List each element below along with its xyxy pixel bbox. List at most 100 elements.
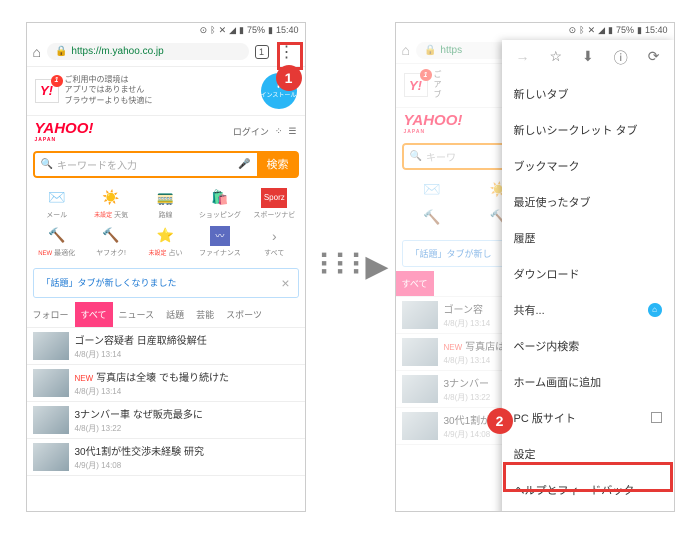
lock-icon: 🔒 xyxy=(55,46,67,57)
menu-icon[interactable]: ☰ xyxy=(288,126,296,137)
menu-new-tab[interactable]: 新しいタブ xyxy=(502,76,674,112)
svc-weather[interactable]: ☀️未設定 天気 xyxy=(85,186,137,222)
home-icon[interactable]: ⌂ xyxy=(33,44,41,60)
news-thumbnail xyxy=(33,332,69,360)
optimize-icon: 🔨 xyxy=(47,226,67,246)
news-thumbnail xyxy=(33,369,69,397)
status-bar: ⊙ ᛒ ✕ ◢ ▮ 75% ▮ 15:40 xyxy=(27,23,305,38)
weather-icon: ☀️ xyxy=(101,188,121,208)
promo-line: ア xyxy=(434,80,442,90)
clock-text: 15:40 xyxy=(645,25,668,35)
yahoo-app-icon: Y! 1 xyxy=(404,73,428,97)
promo-line: ご xyxy=(434,70,442,80)
battery-text: 75% xyxy=(247,25,265,35)
callout-number-1: 1 xyxy=(276,65,302,91)
yahoo-logo[interactable]: YAHOO! JAPAN xyxy=(35,120,94,143)
battery-text: 75% xyxy=(616,25,634,35)
news-list: ゴーン容疑者 日産取締役解任4/8(月) 13:14 NEW写真店は全壊 でも撮… xyxy=(27,328,305,476)
info-strip[interactable]: 「話題」タブが新し xyxy=(402,240,507,267)
url-field[interactable]: 🔒 https://m.yahoo.co.jp xyxy=(47,43,249,60)
address-bar: ⌂ 🔒 https://m.yahoo.co.jp 1 ⋮ xyxy=(27,38,305,67)
svc-shopping[interactable]: 🛍️ショッピング xyxy=(194,186,246,222)
bookmark-star-icon[interactable]: ☆ xyxy=(549,48,562,68)
tab-entertainment[interactable]: 芸能 xyxy=(190,302,220,327)
svc-finance[interactable]: 〰ファイナンス xyxy=(194,224,246,260)
mail-icon: ✉️ xyxy=(47,188,67,208)
svc-optimize[interactable]: 🔨NEW 最適化 xyxy=(31,224,83,260)
wifi-icon: ◢ xyxy=(598,25,605,36)
search-button[interactable]: 検索 xyxy=(257,151,299,178)
news-thumbnail xyxy=(402,301,438,329)
news-thumbnail xyxy=(402,338,438,366)
tab-all[interactable]: すべて xyxy=(75,302,113,327)
signal-icon: ▮ xyxy=(239,25,244,36)
notification-badge: 1 xyxy=(420,69,432,81)
svc-mail[interactable]: ✉️メール xyxy=(31,186,83,222)
news-item[interactable]: 3ナンバー車 なぜ販売最多に4/8(月) 13:22 xyxy=(27,402,305,439)
sports-icon: Sporz xyxy=(261,188,287,208)
mic-icon[interactable]: 🎤 xyxy=(238,159,250,170)
menu-data-saver[interactable]: ◔ 6.4MB 削減しました (3月9日以降) xyxy=(502,508,674,512)
menu-bookmarks[interactable]: ブックマーク xyxy=(502,148,674,184)
url-text: https://m.yahoo.co.jp xyxy=(71,46,163,57)
install-label: インストール xyxy=(261,90,297,99)
search-placeholder: キーワードを入力 xyxy=(57,157,137,172)
forward-icon[interactable]: → xyxy=(515,48,529,68)
menu-share[interactable]: 共有...⌂ xyxy=(502,292,674,328)
tab-all[interactable]: すべて xyxy=(396,271,434,296)
cast-icon[interactable]: ⌂ xyxy=(648,303,662,317)
status-bar: ⊙ ᛒ ✕ ◢ ▮ 75% ▮ 15:40 xyxy=(396,23,674,38)
info-icon[interactable]: ⓘ xyxy=(614,48,628,68)
close-icon[interactable]: × xyxy=(281,275,289,291)
svc-auction[interactable]: 🔨ヤフオク! xyxy=(85,224,137,260)
svc-sports[interactable]: Sporzスポーツナビ xyxy=(248,186,300,222)
promo-line-1: ご利用中の環境は xyxy=(65,75,153,85)
shopping-icon: 🛍️ xyxy=(210,188,230,208)
search-row: 🔍 キーワードを入力 🎤 検索 xyxy=(27,147,305,182)
signal-icon: ▮ xyxy=(608,25,613,36)
svc-transit[interactable]: 🚃路線 xyxy=(139,186,191,222)
login-link[interactable]: ログイン xyxy=(233,125,269,138)
tab-topic[interactable]: 話題 xyxy=(160,302,190,327)
transition-arrow: ⠇⠇⠇▶ xyxy=(314,249,387,284)
news-item[interactable]: NEW写真店は全壊 でも撮り続けた4/8(月) 13:14 xyxy=(27,365,305,402)
search-icon: 🔍 xyxy=(410,151,422,162)
sparkle-icon[interactable]: ⁘ xyxy=(275,126,283,137)
promo-line-3: ブラウザーよりも快適に xyxy=(65,96,153,106)
search-icon: 🔍 xyxy=(41,159,53,170)
svc-mail[interactable]: ✉️ xyxy=(400,178,465,204)
location-icon: ⊙ xyxy=(200,25,208,36)
menu-history[interactable]: 履歴 xyxy=(502,220,674,256)
svc-fortune[interactable]: ⭐未設定 占い xyxy=(139,224,191,260)
star-icon: ⭐ xyxy=(155,226,175,246)
download-icon[interactable]: ⬇ xyxy=(582,48,594,68)
tab-sports[interactable]: スポーツ xyxy=(220,302,268,327)
callout-number-2: 2 xyxy=(487,408,513,434)
bluetooth-icon: ᛒ xyxy=(210,25,215,35)
svc-all[interactable]: ›すべて xyxy=(248,224,300,260)
news-thumbnail xyxy=(33,406,69,434)
menu-downloads[interactable]: ダウンロード xyxy=(502,256,674,292)
news-thumbnail xyxy=(33,443,69,471)
checkbox-icon[interactable] xyxy=(651,412,662,423)
tab-follow[interactable]: フォロー xyxy=(27,302,75,327)
yahoo-logo[interactable]: YAHOO!JAPAN xyxy=(404,112,463,135)
menu-incognito[interactable]: 新しいシークレット タブ xyxy=(502,112,674,148)
news-item[interactable]: 30代1割が性交渉未経験 研究4/9(月) 14:08 xyxy=(27,439,305,476)
vibrate-icon: ✕ xyxy=(219,25,227,36)
search-input[interactable]: 🔍 キーワードを入力 🎤 xyxy=(33,151,257,178)
lock-icon: 🔒 xyxy=(424,45,436,56)
tab-switcher[interactable]: 1 xyxy=(255,45,269,59)
reload-icon[interactable]: ⟳ xyxy=(648,48,660,68)
phone-left: 1 ⊙ ᛒ ✕ ◢ ▮ 75% ▮ 15:40 ⌂ 🔒 https://m.ya… xyxy=(26,22,306,512)
news-item[interactable]: ゴーン容疑者 日産取締役解任4/8(月) 13:14 xyxy=(27,328,305,365)
menu-desktop-site[interactable]: PC 版サイト xyxy=(502,400,674,436)
menu-add-home[interactable]: ホーム画面に追加 xyxy=(502,364,674,400)
menu-recent-tabs[interactable]: 最近使ったタブ xyxy=(502,184,674,220)
info-strip[interactable]: 「話題」タブが新しくなりました × xyxy=(33,268,299,298)
tab-news[interactable]: ニュース xyxy=(113,302,161,327)
home-icon[interactable]: ⌂ xyxy=(402,42,410,58)
menu-find[interactable]: ページ内検索 xyxy=(502,328,674,364)
bluetooth-icon: ᛒ xyxy=(579,25,584,35)
svc-optimize[interactable]: 🔨 xyxy=(400,206,465,232)
